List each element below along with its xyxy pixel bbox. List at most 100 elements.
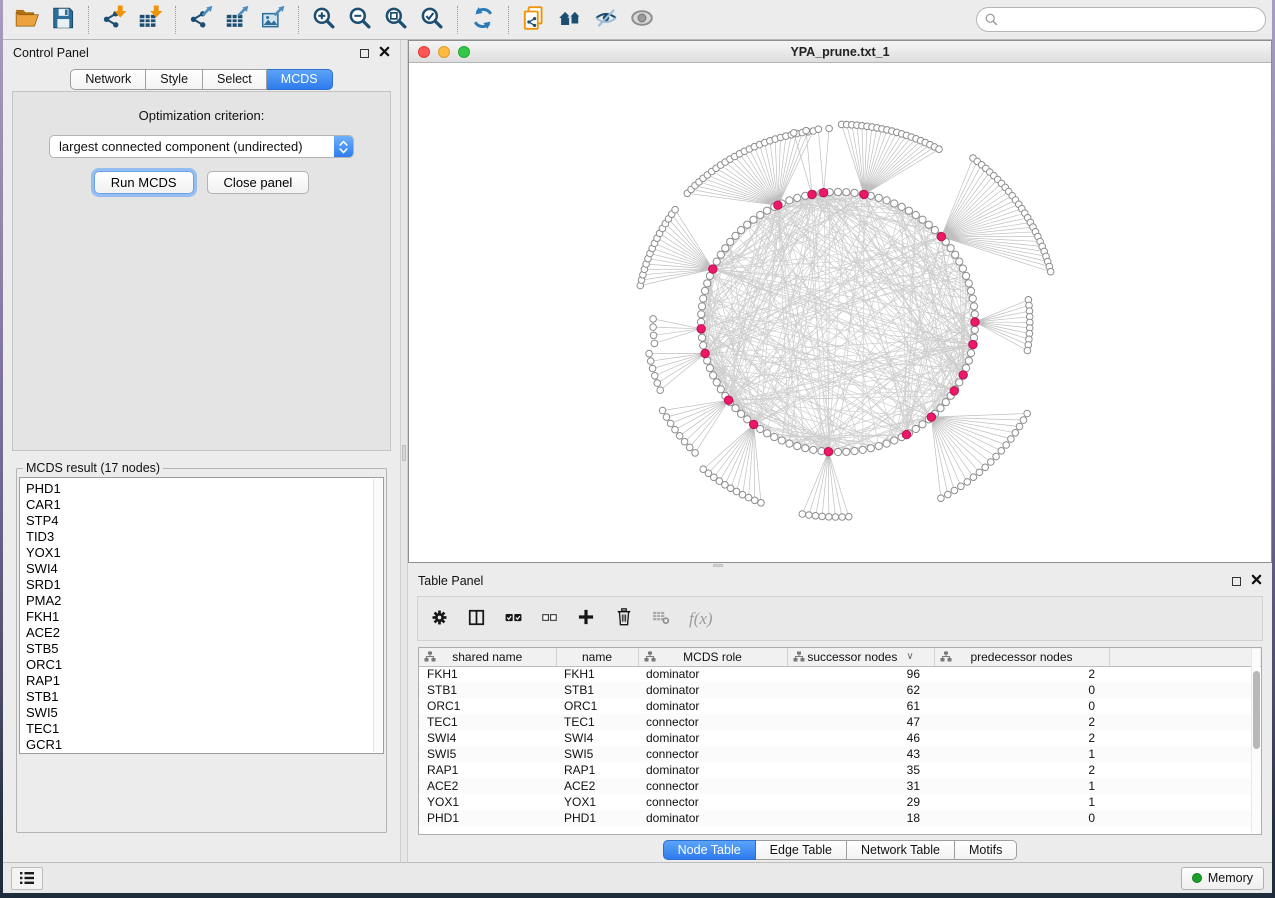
graph-node[interactable] xyxy=(883,197,890,204)
tab-style[interactable]: Style xyxy=(146,69,203,90)
refresh-button[interactable] xyxy=(465,4,501,36)
graph-node[interactable] xyxy=(859,446,866,453)
graph-leaf-node[interactable] xyxy=(945,491,952,498)
graph-leaf-node[interactable] xyxy=(993,453,1000,460)
graph-hub-node[interactable] xyxy=(860,190,868,198)
cell-successor_nodes[interactable]: 31 xyxy=(787,778,934,794)
graph-node[interactable] xyxy=(738,410,745,417)
cell-name[interactable]: ACE2 xyxy=(556,778,638,794)
cell-shared_name[interactable]: TEC1 xyxy=(419,714,556,730)
graph-leaf-node[interactable] xyxy=(692,450,699,457)
cell-shared_name[interactable]: SWI5 xyxy=(419,746,556,762)
cell-mcds_role[interactable]: dominator xyxy=(638,698,787,714)
mcds-result-item[interactable]: SRD1 xyxy=(26,577,383,593)
graph-node[interactable] xyxy=(843,189,850,196)
graph-leaf-node[interactable] xyxy=(672,206,679,213)
graph-node[interactable] xyxy=(701,287,708,294)
graph-hub-node[interactable] xyxy=(774,201,782,209)
mcds-result-item[interactable]: SWI4 xyxy=(26,561,383,577)
table-mode-button[interactable] xyxy=(430,603,449,635)
mcds-result-list[interactable]: PHD1CAR1STP4TID3YOX1SWI4SRD1PMA2FKH1ACE2… xyxy=(19,477,384,754)
cell-successor_nodes[interactable]: 18 xyxy=(787,810,934,826)
cell-predecessor_nodes[interactable]: 0 xyxy=(934,698,1109,714)
graph-leaf-node[interactable] xyxy=(700,466,707,473)
import-network-button[interactable] xyxy=(96,4,132,36)
cell-name[interactable]: FKH1 xyxy=(556,666,638,682)
column-header-predecessor-nodes[interactable]: predecessor nodes xyxy=(934,648,1109,666)
graph-hub-node[interactable] xyxy=(808,190,816,198)
tab-network[interactable]: Network xyxy=(70,69,146,90)
mcds-result-item[interactable]: STB1 xyxy=(26,689,383,705)
graph-node[interactable] xyxy=(744,221,751,228)
close-panel-icon[interactable] xyxy=(1251,574,1262,588)
graph-node[interactable] xyxy=(947,245,954,252)
run-mcds-button[interactable]: Run MCDS xyxy=(94,171,194,194)
cell-successor_nodes[interactable]: 35 xyxy=(787,762,934,778)
mcds-result-item[interactable]: CAR1 xyxy=(26,497,383,513)
graph-hub-node[interactable] xyxy=(937,233,945,241)
cell-mcds_role[interactable]: dominator xyxy=(638,810,787,826)
graph-node[interactable] xyxy=(764,207,771,214)
graph-node[interactable] xyxy=(898,203,905,210)
network-canvas[interactable] xyxy=(409,63,1271,562)
graph-node[interactable] xyxy=(700,295,707,302)
tab-edge-table[interactable]: Edge Table xyxy=(756,840,847,860)
graph-leaf-node[interactable] xyxy=(791,130,798,137)
mcds-result-item[interactable]: ORC1 xyxy=(26,657,383,673)
graph-leaf-node[interactable] xyxy=(1024,347,1031,354)
graph-node[interactable] xyxy=(875,443,882,450)
graph-leaf-node[interactable] xyxy=(951,487,958,494)
zoom-out-button[interactable] xyxy=(342,4,378,36)
graph-leaf-node[interactable] xyxy=(938,495,945,502)
float-panel-icon[interactable] xyxy=(1232,577,1241,586)
memory-button[interactable]: Memory xyxy=(1181,867,1264,890)
graph-node[interactable] xyxy=(969,295,976,302)
tab-motifs[interactable]: Motifs xyxy=(955,840,1017,860)
cell-shared_name[interactable]: ACE2 xyxy=(419,778,556,794)
graph-node[interactable] xyxy=(905,207,912,214)
graph-node[interactable] xyxy=(970,303,977,310)
graph-node[interactable] xyxy=(710,372,717,379)
cell-predecessor_nodes[interactable]: 2 xyxy=(934,666,1109,682)
graph-node[interactable] xyxy=(750,216,757,223)
graph-node[interactable] xyxy=(851,189,858,196)
cell-name[interactable]: RAP1 xyxy=(556,762,638,778)
graph-hub-node[interactable] xyxy=(750,420,758,428)
graph-leaf-node[interactable] xyxy=(839,514,846,521)
graph-leaf-node[interactable] xyxy=(964,479,971,486)
cell-name[interactable]: STB1 xyxy=(556,682,638,698)
graph-node[interactable] xyxy=(963,272,970,279)
cell-mcds_role[interactable]: dominator xyxy=(638,682,787,698)
cell-shared_name[interactable]: PHD1 xyxy=(419,810,556,826)
graph-node[interactable] xyxy=(732,405,739,412)
graph-node[interactable] xyxy=(843,448,850,455)
cell-predecessor_nodes[interactable]: 0 xyxy=(934,682,1109,698)
graph-leaf-node[interactable] xyxy=(681,438,688,445)
graph-node[interactable] xyxy=(810,446,817,453)
graph-leaf-node[interactable] xyxy=(758,500,765,507)
export-network-button[interactable] xyxy=(183,4,219,36)
graph-node[interactable] xyxy=(971,326,978,333)
graph-node[interactable] xyxy=(727,238,734,245)
table-scrollbar-thumb[interactable] xyxy=(1253,671,1260,749)
graph-node[interactable] xyxy=(925,221,932,228)
graph-node[interactable] xyxy=(952,251,959,258)
cell-name[interactable]: PHD1 xyxy=(556,810,638,826)
graph-node[interactable] xyxy=(919,216,926,223)
graph-node[interactable] xyxy=(891,200,898,207)
cell-predecessor_nodes[interactable]: 0 xyxy=(934,810,1109,826)
cell-shared_name[interactable]: YOX1 xyxy=(419,794,556,810)
graph-node[interactable] xyxy=(744,416,751,423)
graph-hub-node[interactable] xyxy=(701,349,709,357)
horizontal-splitter[interactable] xyxy=(408,563,1272,568)
mcds-result-item[interactable]: YOX1 xyxy=(26,545,383,561)
close-panel-button[interactable]: Close panel xyxy=(207,171,310,194)
graph-node[interactable] xyxy=(834,448,841,455)
create-column-button[interactable] xyxy=(576,603,596,635)
cell-mcds_role[interactable]: dominator xyxy=(638,762,787,778)
graph-node[interactable] xyxy=(771,434,778,441)
cell-predecessor_nodes[interactable]: 2 xyxy=(934,762,1109,778)
mcds-result-item[interactable]: PMA2 xyxy=(26,593,383,609)
graph-leaf-node[interactable] xyxy=(812,513,819,520)
deselect-all-button[interactable] xyxy=(541,603,558,635)
